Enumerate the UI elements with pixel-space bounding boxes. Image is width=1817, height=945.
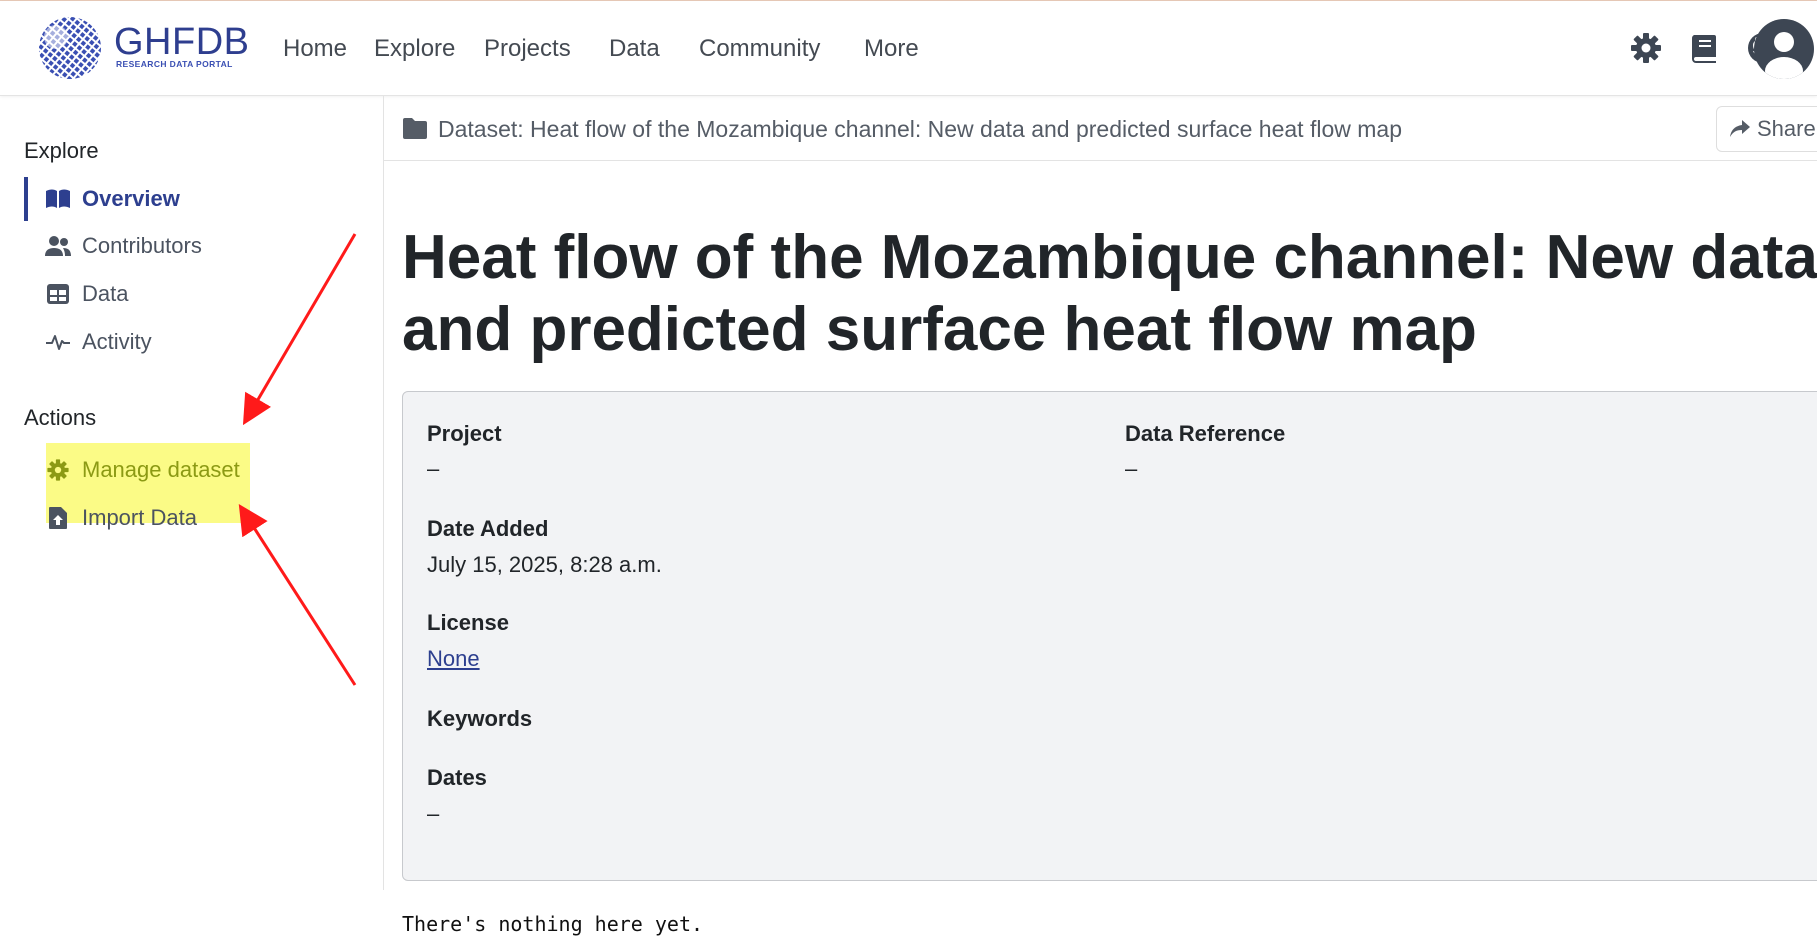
nav-more[interactable]: More bbox=[864, 35, 919, 63]
sidebar-item-label: Import Data bbox=[82, 505, 197, 530]
license-link[interactable]: None bbox=[427, 646, 480, 672]
top-navbar: GHFDB RESEARCH DATA PORTAL Home Explore … bbox=[0, 1, 1817, 96]
user-avatar-icon[interactable] bbox=[1754, 19, 1814, 79]
book-icon[interactable] bbox=[1688, 31, 1722, 65]
share-icon bbox=[1730, 120, 1750, 137]
breadcrumb: Dataset: Heat flow of the Mozambique cha… bbox=[384, 96, 1817, 161]
brand-subtitle: RESEARCH DATA PORTAL bbox=[116, 59, 233, 69]
page-title-line-1: Heat flow of the Mozambique channel: New… bbox=[402, 223, 1817, 292]
nav-projects[interactable]: Projects bbox=[484, 35, 571, 63]
gear-icon[interactable] bbox=[1629, 31, 1663, 65]
brand-name[interactable]: GHFDB bbox=[114, 21, 250, 64]
project-value: – bbox=[427, 456, 440, 481]
sidebar-item-label: Manage dataset bbox=[82, 457, 240, 482]
keywords-label: Keywords bbox=[427, 706, 533, 731]
dates-value: – bbox=[427, 801, 440, 826]
users-icon bbox=[44, 232, 72, 260]
sidebar-item-label: Activity bbox=[82, 329, 152, 354]
page-title-line-2: and predicted surface heat flow map bbox=[402, 295, 1477, 364]
share-label: Share bbox=[1757, 116, 1816, 141]
data-reference-value: – bbox=[1125, 456, 1138, 481]
sidebar-item-label: Contributors bbox=[82, 233, 202, 258]
book-open-icon bbox=[44, 185, 72, 213]
sidebar-item-activity[interactable]: Activity bbox=[24, 320, 264, 364]
dataset-details-card: Project – Data Reference – Date Added Ju… bbox=[402, 391, 1817, 881]
nav-data[interactable]: Data bbox=[609, 35, 660, 63]
explore-heading: Explore bbox=[24, 138, 99, 163]
sidebar-item-manage-dataset[interactable]: Manage dataset bbox=[24, 448, 264, 492]
breadcrumb-text: Dataset: Heat flow of the Mozambique cha… bbox=[438, 116, 1402, 142]
dates-label: Dates bbox=[427, 765, 487, 790]
pulse-icon bbox=[44, 328, 72, 356]
page-title: Heat flow of the Mozambique channel: New… bbox=[402, 222, 1817, 366]
sidebar-item-label: Overview bbox=[82, 186, 180, 211]
project-label: Project bbox=[427, 421, 502, 446]
folder-icon bbox=[403, 118, 427, 139]
date-added-value: July 15, 2025, 8:28 a.m. bbox=[427, 552, 662, 577]
file-upload-icon bbox=[44, 504, 72, 532]
nav-explore[interactable]: Explore bbox=[374, 35, 455, 63]
globe-logo-icon[interactable] bbox=[34, 15, 106, 81]
actions-heading: Actions bbox=[24, 405, 97, 430]
nav-home[interactable]: Home bbox=[283, 35, 347, 63]
data-reference-label: Data Reference bbox=[1125, 421, 1286, 446]
date-added-label: Date Added bbox=[427, 516, 549, 541]
nav-community[interactable]: Community bbox=[699, 35, 820, 63]
sidebar-item-import-data[interactable]: Import Data bbox=[24, 496, 264, 540]
sidebar-item-label: Data bbox=[82, 281, 129, 306]
gear-icon bbox=[44, 456, 72, 484]
license-label: License bbox=[427, 610, 509, 635]
empty-state-message: There's nothing here yet. bbox=[402, 912, 704, 936]
sidebar-item-contributors[interactable]: Contributors bbox=[24, 224, 264, 268]
sidebar-item-overview[interactable]: Overview bbox=[24, 177, 268, 221]
sidebar-item-data[interactable]: Data bbox=[24, 272, 264, 316]
table-icon bbox=[44, 280, 72, 308]
share-button[interactable]: Share bbox=[1716, 106, 1817, 152]
